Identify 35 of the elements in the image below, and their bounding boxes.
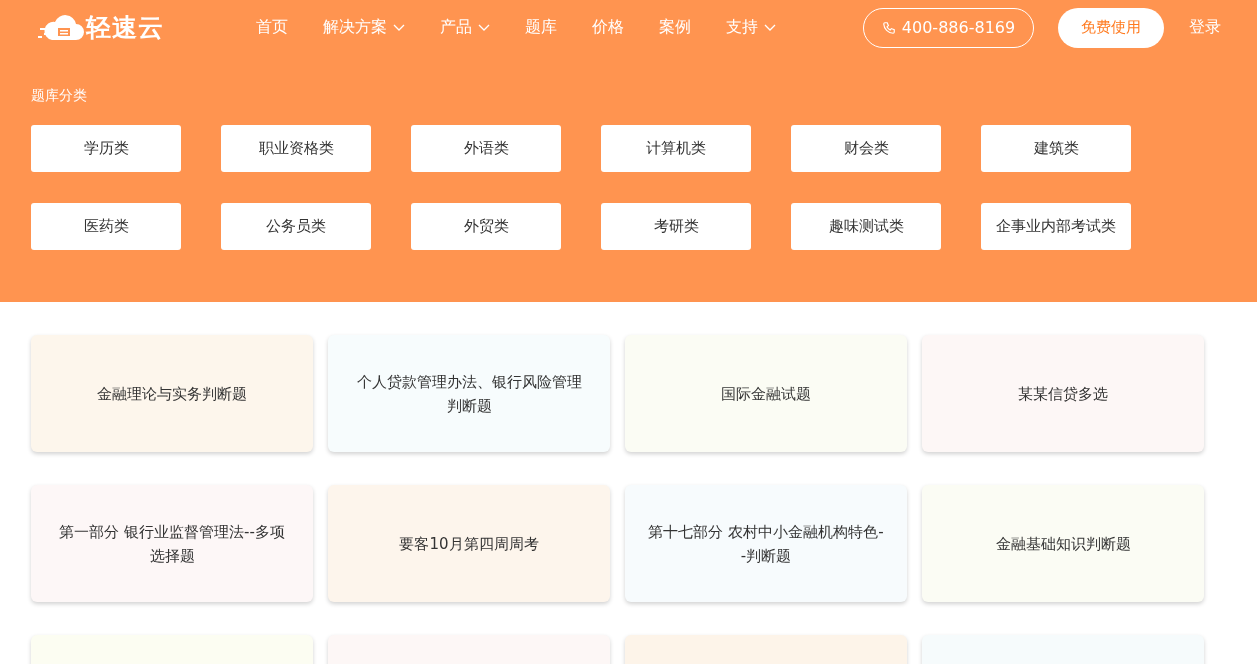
category-button[interactable]: 趣味测试类 xyxy=(791,203,941,250)
logo-text: 轻速云 xyxy=(86,12,164,44)
bank-card[interactable]: 要客10月第四周周考 xyxy=(328,485,610,602)
category-button[interactable]: 职业资格类 xyxy=(221,125,371,172)
category-button[interactable]: 考研类 xyxy=(601,203,751,250)
category-button[interactable]: 学历类 xyxy=(31,125,181,172)
category-button[interactable]: 建筑类 xyxy=(981,125,1131,172)
chevron-down-icon xyxy=(393,23,405,32)
bank-card[interactable]: 个人贷款管理办法、银行风险管理判断题 xyxy=(328,335,610,452)
card-title: 第十七部分 农村中小金融机构特色--判断题 xyxy=(647,521,885,567)
category-button[interactable]: 财会类 xyxy=(791,125,941,172)
category-title: 题库分类 xyxy=(31,87,88,105)
category-button[interactable]: 外语类 xyxy=(411,125,561,172)
category-button[interactable]: 公务员类 xyxy=(221,203,371,250)
bank-card[interactable]: 金融理论与实务判断题 xyxy=(31,335,313,452)
card-title: 金融理论与实务判断题 xyxy=(97,383,247,405)
cloud-logo-icon xyxy=(38,13,84,42)
chevron-down-icon xyxy=(764,23,776,32)
category-button[interactable]: 计算机类 xyxy=(601,125,751,172)
bank-card[interactable]: 第一部分 银行业监督管理法--多项选择题 xyxy=(31,485,313,602)
card-title: 第一部分 银行业监督管理法--多项选择题 xyxy=(58,521,286,567)
category-button[interactable]: 医药类 xyxy=(31,203,181,250)
card-title: 国际金融试题 xyxy=(721,383,811,405)
chevron-down-icon xyxy=(478,23,490,32)
bank-card[interactable]: 国际金融试题 xyxy=(625,335,907,452)
bank-card[interactable]: 金融基础知识判断题 xyxy=(922,485,1204,602)
phone-icon xyxy=(881,20,896,35)
bank-card[interactable]: 第十七部分 农村中小金融机构特色--判断题 xyxy=(625,485,907,602)
bank-card[interactable]: 某某信贷多选 xyxy=(922,335,1204,452)
card-title: 某某信贷多选 xyxy=(1018,383,1108,405)
card-title: 金融基础知识判断题 xyxy=(995,533,1131,555)
card-title: 个人贷款管理办法、银行风险管理判断题 xyxy=(355,371,583,417)
category-button[interactable]: 企事业内部考试类 xyxy=(981,203,1131,250)
category-button[interactable]: 外贸类 xyxy=(411,203,561,250)
card-title: 要客10月第四周周考 xyxy=(399,533,539,555)
